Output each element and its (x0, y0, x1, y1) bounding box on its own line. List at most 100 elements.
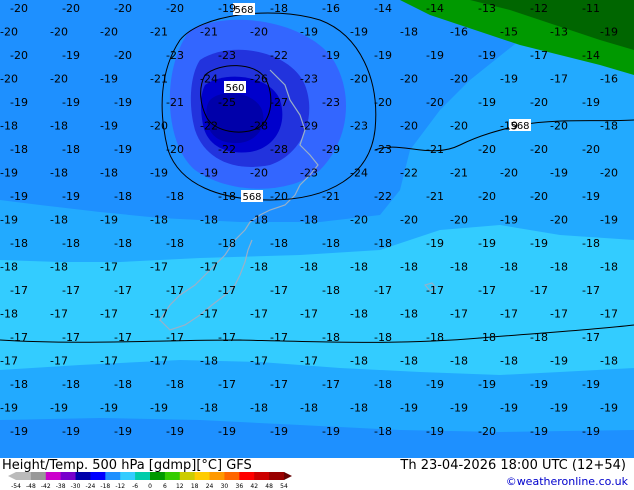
colorbar-tick-label: 12 (176, 483, 184, 490)
temperature-value: -21 (166, 96, 184, 109)
colorbar-tick-label: -12 (115, 483, 125, 490)
temperature-value: -17 (50, 355, 68, 368)
colorbar-tick-label: 54 (280, 483, 288, 490)
temperature-value: -13 (550, 26, 568, 39)
temperature-value: -22 (200, 120, 218, 133)
valid-time: Th 23-04-2026 18:00 UTC (12+54) (400, 458, 626, 473)
temperature-value: -16 (600, 73, 618, 86)
colorbar-tick-label: -48 (26, 483, 36, 490)
temperature-value: -18 (374, 425, 392, 438)
temperature-value: -29 (300, 120, 318, 133)
temperature-value: -17 (250, 355, 268, 368)
temperature-value: -20 (0, 26, 18, 39)
temperature-value: -23 (322, 96, 340, 109)
temperature-value: -19 (582, 190, 600, 203)
colorbar-arrow-right (284, 472, 292, 480)
temperature-value: -19 (300, 26, 318, 39)
temperature-value: -19 (478, 96, 496, 109)
temperature-value: -19 (100, 73, 118, 86)
temperature-value: -17 (600, 308, 618, 321)
temperature-value: -17 (100, 261, 118, 274)
temperature-value: -17 (270, 331, 288, 344)
colorbar-segment (120, 472, 136, 480)
temperature-value: -19 (582, 96, 600, 109)
temperature-value: -18 (218, 190, 236, 203)
temperature-value: -20 (400, 214, 418, 227)
temperature-value: -23 (350, 120, 368, 133)
temperature-value: -21 (450, 167, 468, 180)
temperature-value: -20 (450, 120, 468, 133)
temperature-value: -20 (530, 96, 548, 109)
temperature-value: -19 (374, 49, 392, 62)
temperature-value: -19 (530, 237, 548, 250)
temperature-value: -18 (550, 261, 568, 274)
colorbar-segment (90, 472, 106, 480)
temperature-value: -18 (250, 261, 268, 274)
temperature-value: -17 (50, 308, 68, 321)
temperature-value: -18 (50, 261, 68, 274)
temperature-value: -14 (426, 2, 444, 15)
colorbar-segment (45, 472, 62, 480)
contour-label: 560 (224, 81, 246, 94)
temperature-value: -17 (200, 261, 218, 274)
temperature-value: -19 (450, 402, 468, 415)
temperature-value: -17 (114, 284, 132, 297)
temperature-value: -19 (500, 402, 518, 415)
temperature-value: -19 (62, 425, 80, 438)
temperature-value: -17 (10, 331, 28, 344)
temperature-value: -19 (426, 425, 444, 438)
temperature-value: -17 (250, 308, 268, 321)
temperature-value: -18 (300, 261, 318, 274)
temperature-value: -19 (478, 237, 496, 250)
temperature-value: -17 (10, 284, 28, 297)
temperature-value: -20 (550, 214, 568, 227)
temperature-value: -13 (478, 2, 496, 15)
temperature-value: -20 (374, 96, 392, 109)
temperature-value: -17 (150, 308, 168, 321)
temperature-value: -17 (100, 308, 118, 321)
colorbar-tick-label: 48 (265, 483, 273, 490)
temperature-value: -18 (350, 355, 368, 368)
temperature-value: -17 (300, 308, 318, 321)
temperature-value: -18 (0, 308, 18, 321)
temperature-value: -17 (270, 378, 288, 391)
temperature-value: -21 (322, 190, 340, 203)
temperature-value: -20 (478, 143, 496, 156)
temperature-value: -19 (10, 96, 28, 109)
temperature-value: -20 (100, 26, 118, 39)
temperature-value: -18 (450, 261, 468, 274)
temperature-value: -17 (150, 355, 168, 368)
temperature-value: -19 (322, 425, 340, 438)
temperature-value: -20 (350, 214, 368, 227)
temperature-value: -17 (426, 284, 444, 297)
temperature-value: -20 (478, 190, 496, 203)
temperature-value: -17 (200, 308, 218, 321)
temperature-value: -17 (100, 355, 118, 368)
temperature-value: -20 (550, 120, 568, 133)
temperature-value: -19 (114, 143, 132, 156)
temperature-value: -17 (270, 284, 288, 297)
temperature-value: -19 (500, 214, 518, 227)
temperature-value: -19 (62, 190, 80, 203)
temperature-value: -20 (50, 73, 68, 86)
temperature-value: -19 (600, 402, 618, 415)
temperature-value: -17 (218, 284, 236, 297)
temperature-value: -17 (114, 331, 132, 344)
temperature-value: -21 (200, 26, 218, 39)
temperature-value: -15 (500, 26, 518, 39)
temperature-value: -20 (530, 190, 548, 203)
temperature-value: -17 (478, 284, 496, 297)
temperature-value: -18 (322, 284, 340, 297)
temperature-value: -20 (582, 143, 600, 156)
temperature-value: -18 (350, 308, 368, 321)
temperature-value: -18 (166, 190, 184, 203)
temperature-value: -18 (350, 402, 368, 415)
temperature-value: -22 (400, 167, 418, 180)
temperature-value: -20 (50, 26, 68, 39)
temperature-value: -18 (582, 237, 600, 250)
colorbar-tick-label: 42 (250, 483, 258, 490)
temperature-value: -19 (322, 49, 340, 62)
temperature-value: -18 (600, 261, 618, 274)
temperature-value: -17 (500, 308, 518, 321)
temperature-value: -23 (374, 143, 392, 156)
